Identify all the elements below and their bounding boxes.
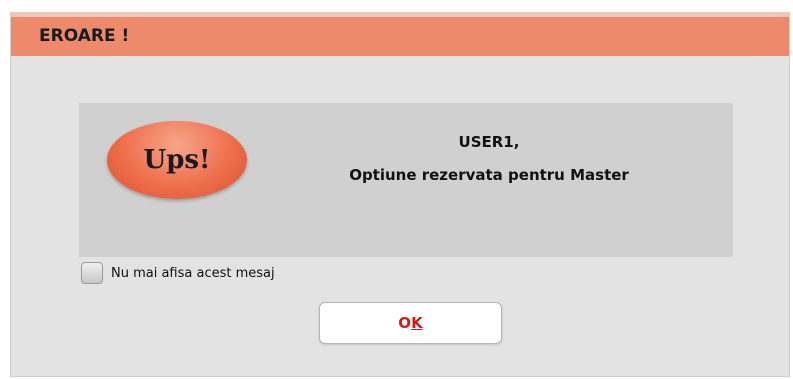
ok-button[interactable]: OK [319, 302, 502, 344]
message-text: Optiune rezervata pentru Master [349, 166, 629, 184]
dont-show-again-checkbox[interactable] [81, 262, 103, 284]
ok-label-mnemonic: K [411, 314, 423, 332]
dialog-titlebar: EROARE ! [11, 13, 789, 56]
ups-badge-icon: Ups! [107, 121, 247, 199]
error-dialog: EROARE ! Ups! USER1, Optiune rezervata p… [10, 12, 790, 377]
dont-show-again-row[interactable]: Nu mai afisa acest mesaj [81, 261, 275, 285]
badge-text: Ups! [143, 145, 211, 175]
message-user: USER1, [458, 133, 520, 151]
dialog-title: EROARE ! [39, 26, 130, 46]
ok-label-first: O [398, 314, 412, 332]
ok-button-label: OK [398, 314, 422, 332]
dont-show-again-label[interactable]: Nu mai afisa acest mesaj [111, 266, 275, 281]
message-panel: Ups! USER1, Optiune rezervata pentru Mas… [79, 103, 733, 257]
